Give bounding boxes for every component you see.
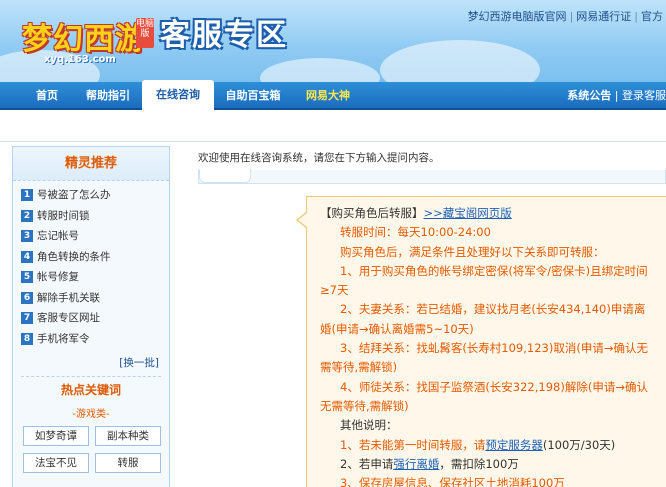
recommend-item[interactable]: 5 帐号修复 — [21, 267, 161, 288]
item-number: 3 — [21, 230, 33, 242]
condition-1-cont: ≥7天 — [320, 283, 349, 298]
other-1-suffix: (100万/30天) — [542, 437, 616, 452]
nav-dashen[interactable]: 网易大神 — [296, 82, 360, 110]
reserve-server-link[interactable]: 预定服务器 — [485, 438, 543, 452]
condition-3-cont: 需等待,需解锁) — [320, 360, 398, 375]
item-number: 8 — [21, 332, 33, 345]
condition-4-cont: 无需等待,需解锁) — [320, 398, 409, 413]
logo-badge: 电脑版 — [136, 18, 154, 48]
nav-home[interactable]: 首页 — [24, 82, 70, 110]
bubble-arrow-inner — [298, 213, 307, 227]
item-label: 客服专区网址 — [37, 312, 100, 324]
main-nav: 首页 帮助指引 在线咨询 自助百宝箱 网易大神 系统公告 | 登录客服 — [0, 80, 666, 110]
item-label: 忘记帐号 — [37, 230, 79, 242]
other-title: 其他说明： — [340, 418, 398, 433]
recommend-item[interactable]: 1 号被盗了怎么办 — [21, 185, 161, 206]
keyword-grid: 如梦奇谭 副本种类 法宝不见 转服 — [13, 426, 169, 473]
cloud-decoration — [380, 40, 540, 82]
recommend-item[interactable]: 8 手机将军令 — [21, 329, 161, 350]
chat-tab — [199, 169, 251, 183]
other-3: 3、保存房屋信息、保存社区土地消耗100万 — [340, 476, 565, 487]
welcome-text: 欢迎使用在线咨询系统，请您在下方输入提问内容。 — [198, 152, 440, 164]
item-number: 1 — [21, 189, 33, 201]
nav-help[interactable]: 帮助指引 — [78, 82, 138, 110]
nav-right: 系统公告 | 登录客服 — [567, 82, 666, 110]
game-logo[interactable]: 梦幻西游 电脑版 xyq.163.com — [8, 6, 154, 65]
official-site-link[interactable]: 梦幻西游电脑版官网 — [465, 10, 570, 23]
site-header: 梦幻西游 电脑版 xyq.163.com 客服专区 梦幻西游电脑版官网 | 网易通行… — [0, 0, 666, 82]
keyword-button[interactable]: 法宝不见 — [23, 453, 89, 473]
item-label: 解除手机关联 — [37, 291, 100, 304]
item-number: 6 — [21, 291, 33, 304]
link-separator: | — [614, 89, 619, 102]
sidebar-title: 精灵推荐 — [13, 147, 169, 181]
message-title: 【购买角色后转服】 — [320, 206, 424, 220]
other-2-suffix: ，需扣除100万 — [439, 456, 519, 471]
item-number: 2 — [21, 209, 33, 222]
recommend-list: 1 号被盗了怎么办 2 转服时间锁 3 忘记帐号 4 角色转换的条件 5 帐号修复 6 解除… — [13, 181, 169, 349]
condition-1: 1、用于购买角色的帐号绑定密保(将军令/密保卡)且绑定时间 — [340, 263, 648, 278]
other-2-prefix: 2、若申请 — [340, 456, 394, 471]
other-1-prefix: 1、若未能第一时间转服，请 — [340, 437, 486, 452]
top-links: 梦幻西游电脑版官网 | 网易通行证 | 官方 — [465, 8, 666, 24]
condition-2: 2、夫妻关系：若已结婚，建议找月老(长安434,140)申请离 — [340, 302, 646, 317]
keyword-category: -游戏类- — [72, 409, 110, 420]
keyword-button[interactable]: 如梦奇谭 — [23, 426, 89, 446]
item-label: 角色转换的条件 — [37, 250, 111, 263]
item-number: 5 — [21, 271, 33, 283]
force-divorce-link[interactable]: 强行离婚 — [393, 457, 439, 471]
logo-url: xyq.163.com — [44, 54, 116, 65]
condition-3: 3、结拜关系：找虬髯客(长寿村109,123)取消(申请→确认无 — [340, 341, 648, 356]
zone-title: 客服专区 — [160, 18, 288, 53]
item-label: 转服时间锁 — [37, 209, 90, 222]
item-number: 7 — [21, 312, 33, 324]
item-label: 帐号修复 — [37, 271, 79, 283]
item-label: 号被盗了怎么办 — [37, 189, 111, 201]
item-label: 手机将军令 — [37, 332, 90, 345]
recommend-item[interactable]: 2 转服时间锁 — [21, 206, 161, 227]
hot-keywords-title: 热点关键词 — [60, 383, 121, 397]
cangbaoge-link[interactable]: >>藏宝阁网页版 — [424, 206, 512, 220]
announce-link[interactable]: 系统公告 — [567, 89, 611, 102]
passport-link[interactable]: 网易通行证 — [573, 10, 634, 23]
intro-text: 购买角色后，满足条件且处理好以下关系即可转服： — [340, 244, 605, 259]
logo-text: 梦幻西游 — [22, 22, 146, 57]
keyword-button[interactable]: 副本种类 — [95, 426, 161, 446]
item-number: 4 — [21, 250, 33, 263]
chat-strip — [198, 169, 666, 184]
login-link[interactable]: 登录客服 — [622, 89, 666, 102]
cloud-decoration — [260, 58, 380, 82]
recommend-item[interactable]: 6 解除手机关联 — [21, 288, 161, 309]
sidebar: 精灵推荐 1 号被盗了怎么办 2 转服时间锁 3 忘记帐号 4 角色转换的条件 5 帐号修… — [12, 146, 170, 487]
condition-4: 4、师徒关系：找国子监祭酒(长安322,198)解除(申请→确认 — [340, 379, 648, 394]
sub-bar — [0, 110, 666, 142]
recommend-item[interactable]: 4 角色转换的条件 — [21, 247, 161, 268]
recommend-item[interactable]: 7 客服专区网址 — [21, 308, 161, 329]
nav-toolbox[interactable]: 自助百宝箱 — [220, 82, 286, 110]
message-content: 【购买角色后转服】>>藏宝阁网页版 转服时间：每天10:00-24:00 购买角… — [320, 204, 666, 487]
refresh-button[interactable]: [换一批] — [13, 349, 169, 370]
official-link[interactable]: 官方 — [638, 10, 666, 23]
keyword-button[interactable]: 转服 — [95, 453, 161, 473]
transfer-time: 转服时间：每天10:00-24:00 — [340, 225, 491, 240]
nav-online-consult[interactable]: 在线咨询 — [142, 80, 214, 110]
recommend-item[interactable]: 3 忘记帐号 — [21, 226, 161, 247]
condition-2-cont: 婚(申请→确认离婚需5~10天) — [320, 321, 474, 336]
